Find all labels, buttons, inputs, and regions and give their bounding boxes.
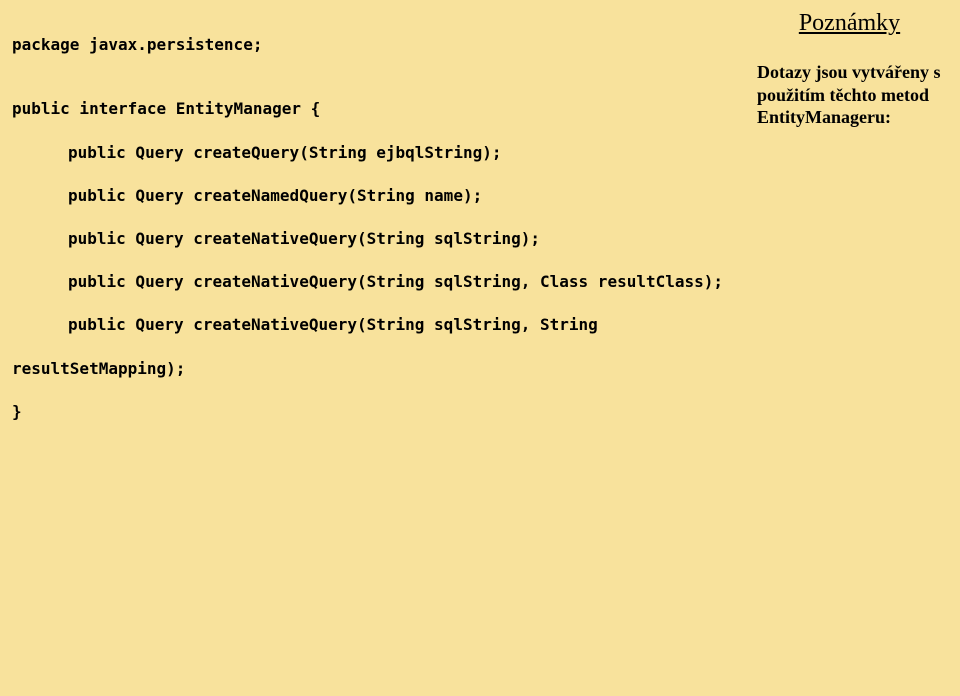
code-line: package javax.persistence;	[12, 34, 752, 56]
code-line: public Query createNativeQuery(String sq…	[12, 271, 752, 293]
code-line: resultSetMapping);	[12, 358, 752, 380]
notes-body: Dotazy jsou vytvářeny s použitím těchto …	[757, 61, 942, 129]
code-block: package javax.persistence; public interf…	[12, 12, 752, 444]
notes-panel: Poznámky Dotazy jsou vytvářeny s použití…	[757, 10, 942, 129]
code-line: }	[12, 401, 752, 423]
code-line: public Query createNativeQuery(String sq…	[12, 228, 752, 250]
code-line: public Query createQuery(String ejbqlStr…	[12, 142, 752, 164]
code-line: public Query createNamedQuery(String nam…	[12, 185, 752, 207]
code-line: public Query createNativeQuery(String sq…	[12, 314, 752, 336]
notes-title: Poznámky	[757, 10, 942, 37]
code-line: public interface EntityManager {	[12, 98, 752, 120]
